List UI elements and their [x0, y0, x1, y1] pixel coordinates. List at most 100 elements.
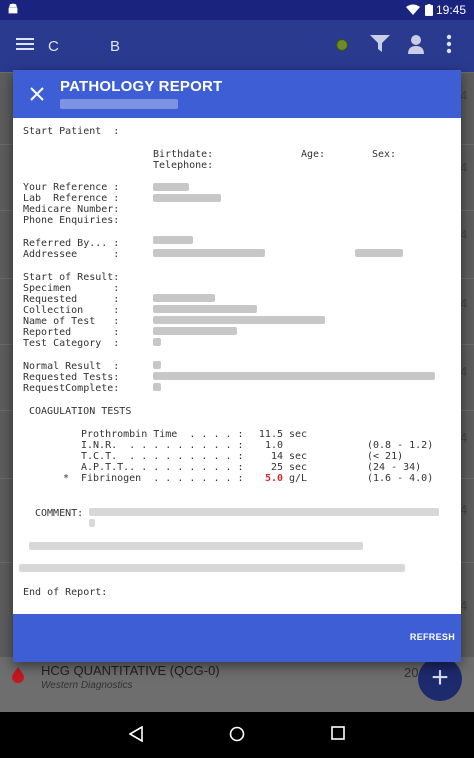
test-value: 1.0: [264, 440, 283, 451]
test-value-abnormal: 5.0: [264, 473, 283, 484]
test-unit: g/L: [289, 473, 308, 484]
home-icon[interactable]: [229, 726, 245, 742]
app-toolbar: C B: [0, 20, 474, 72]
report-label: Requested Tests:: [23, 372, 120, 383]
test-name: Fibrinogen . . . . . . . :: [81, 473, 244, 484]
test-value: 14: [270, 451, 283, 462]
back-icon[interactable]: [129, 726, 143, 742]
battery-icon: [425, 4, 433, 16]
list-item-number: 4: [460, 598, 468, 613]
list-item-number: 4: [460, 430, 468, 445]
redacted-value: [153, 305, 257, 313]
report-label: Phone Enquiries:: [23, 215, 120, 226]
abnormal-marker: *: [63, 473, 70, 484]
report-label: Test Category :: [23, 338, 120, 349]
test-value: 25: [270, 462, 283, 473]
redacted-value: [153, 294, 215, 302]
redacted-value: [153, 372, 435, 380]
redacted-value: [153, 249, 265, 257]
list-item-number: 4: [460, 502, 468, 517]
menu-icon[interactable]: [16, 38, 34, 50]
add-button[interactable]: +: [418, 657, 462, 701]
redacted-value: [355, 249, 403, 257]
toolbar-title-2: B: [110, 38, 121, 55]
report-label: Age:: [301, 149, 326, 160]
wifi-icon: [406, 4, 420, 15]
toolbar-title-1: C: [48, 38, 59, 55]
filter-icon[interactable]: [370, 35, 390, 53]
report-label: Reported :: [23, 327, 120, 338]
test-range: (1.6 - 4.0): [367, 473, 434, 484]
status-bar: 19:45: [0, 0, 474, 20]
list-item-number: 20: [404, 665, 419, 680]
test-unit: sec: [289, 451, 308, 462]
report-label: Collection :: [23, 305, 120, 316]
report-label: Start Patient :: [23, 126, 120, 137]
redacted-value: [153, 183, 189, 191]
test-unit: sec: [289, 462, 308, 473]
redacted-value: [153, 383, 161, 391]
android-icon: [8, 3, 18, 14]
close-icon[interactable]: [29, 86, 45, 102]
redacted-value: [153, 236, 193, 244]
test-unit: sec: [289, 429, 308, 440]
report-label: Start of Result:: [23, 272, 120, 283]
report-label: RequestComplete:: [23, 383, 120, 394]
redacted-value: [153, 194, 221, 202]
report-label: Requested :: [23, 294, 120, 305]
status-dot-icon[interactable]: [336, 39, 348, 51]
user-icon[interactable]: [408, 34, 424, 54]
dialog-title: PATHOLOGY REPORT: [60, 78, 223, 95]
test-range: (24 - 34): [367, 462, 422, 473]
blood-drop-icon: [12, 667, 24, 683]
dialog-header: PATHOLOGY REPORT: [13, 70, 461, 118]
refresh-button[interactable]: REFRESH: [410, 632, 455, 642]
report-end-label: End of Report:: [23, 587, 108, 598]
report-label: Referred By... :: [23, 238, 120, 249]
redacted-value: [153, 316, 325, 324]
list-item-number: 4: [460, 88, 468, 103]
test-name: I.N.R. . . . . . . . . . :: [81, 440, 244, 451]
test-name: T.C.T. . . . . . . . . . :: [81, 451, 244, 462]
redacted-comment: [19, 564, 405, 572]
report-body: Start Patient : Birthdate: Age: Sex: Tel…: [13, 118, 461, 614]
redacted-value: [153, 361, 161, 369]
test-value: 11.5: [258, 429, 283, 440]
patient-name-redacted: [60, 99, 178, 109]
report-label: Birthdate:: [153, 149, 214, 160]
report-label: Sex:: [372, 149, 397, 160]
list-item-number: 4: [460, 364, 468, 379]
report-label: Addressee :: [23, 249, 120, 260]
redacted-value: [153, 338, 161, 346]
navigation-bar: [0, 712, 474, 758]
redacted-comment: [89, 508, 439, 516]
test-name: A.P.T.T.. . . . . . . . . :: [81, 462, 244, 473]
report-label: Medicare Number:: [23, 204, 120, 215]
test-range: (< 21): [367, 451, 404, 462]
redacted-comment: [89, 519, 95, 527]
list-item-hcg[interactable]: HCG QUANTITATIVE (QCG-0) Western Diagnos…: [0, 657, 474, 712]
pathology-report-dialog: PATHOLOGY REPORT Start Patient : Birthda…: [13, 70, 461, 662]
report-label: Your Reference :: [23, 182, 120, 193]
list-item-number: 4: [460, 160, 468, 175]
coagulation-heading: COAGULATION TESTS: [29, 406, 132, 417]
report-label: Name of Test :: [23, 316, 120, 327]
list-item-title: HCG QUANTITATIVE (QCG-0): [41, 663, 220, 678]
report-label: Lab Reference :: [23, 193, 120, 204]
plus-icon: +: [431, 661, 449, 694]
test-name: Prothrombin Time . . . . :: [81, 429, 244, 440]
list-item-number: 4: [460, 227, 468, 242]
test-range: (0.8 - 1.2): [367, 440, 434, 451]
dialog-footer: REFRESH: [13, 614, 461, 662]
clock: 19:45: [435, 3, 466, 17]
more-options-icon[interactable]: [446, 34, 452, 54]
report-label: Specimen :: [23, 283, 120, 294]
report-label: Telephone:: [153, 160, 214, 171]
list-item-number: 4: [460, 296, 468, 311]
redacted-value: [153, 327, 237, 335]
recents-icon[interactable]: [331, 726, 345, 740]
list-item-subtitle: Western Diagnostics: [41, 680, 133, 691]
comment-label: COMMENT:: [35, 508, 84, 519]
redacted-comment: [29, 542, 363, 550]
report-label: Normal Result :: [23, 361, 120, 372]
